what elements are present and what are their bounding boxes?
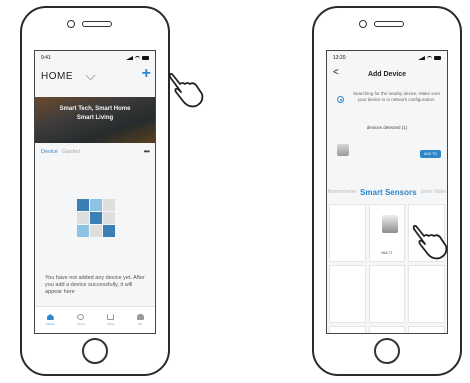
home-hardware-button[interactable] [374, 338, 400, 364]
left-screen: 9:41 HOME + Smart Tech, Smart Home Smart… [34, 50, 156, 334]
page-title: Add Device [367, 71, 407, 78]
nav-smart[interactable]: Smart [77, 314, 85, 326]
nav-label: Home [46, 322, 55, 326]
home-hardware-button[interactable] [82, 338, 108, 364]
nav-label: Smart [76, 322, 85, 326]
pointing-hand-icon [168, 72, 204, 108]
grid-tile [103, 199, 115, 211]
home-icon [46, 314, 54, 320]
banner-line1: Smart Tech, Smart Home [59, 106, 131, 112]
bottom-nav: Home Smart Shop Me [35, 306, 155, 333]
sensor-label: IAM-T1 [381, 251, 393, 255]
room-tabs: Device Garden [41, 149, 149, 155]
detected-device-thumbnail [337, 144, 349, 156]
status-bar: 9:41 [41, 55, 149, 61]
tab-smart-sensors[interactable]: Smart Sensors [360, 188, 416, 197]
signal-icon [126, 56, 133, 60]
right-screen: 13:20 < Add Device Searching for the nea… [326, 50, 448, 334]
wifi-icon [135, 55, 140, 61]
nav-me[interactable]: Me [136, 314, 144, 326]
battery-icon [434, 56, 441, 60]
left-phone-frame: 9:41 HOME + Smart Tech, Smart Home Smart… [20, 6, 170, 376]
signal-icon [418, 56, 425, 60]
home-title[interactable]: HOME [41, 71, 73, 82]
nav-shop[interactable]: Shop [107, 314, 114, 326]
speaker-icon [82, 21, 112, 27]
more-options-button[interactable]: ••• [144, 147, 150, 156]
person-icon [136, 314, 144, 320]
pointing-hand-icon [412, 224, 448, 260]
grid-tile [77, 199, 89, 211]
tab-garden[interactable]: Garden [62, 149, 80, 155]
grid-tile [77, 225, 89, 237]
device-cell[interactable] [408, 326, 445, 333]
device-cell[interactable] [329, 204, 366, 262]
grid-tile [90, 199, 102, 211]
grid-tile [103, 212, 115, 224]
chevron-down-icon[interactable] [85, 70, 96, 81]
empty-devices-icon [77, 199, 115, 237]
device-cell[interactable] [368, 326, 406, 333]
tab-thermometer[interactable]: thermometer [328, 189, 356, 195]
search-status-text: Searching for the nearby device. Make su… [352, 91, 441, 102]
grid-tile [90, 225, 102, 237]
promo-banner[interactable]: Smart Tech, Smart Home Smart Living [35, 97, 155, 143]
camera-icon [359, 20, 367, 28]
nav-label: Me [138, 322, 143, 326]
grid-tile [77, 212, 89, 224]
devices-detected-text: devices detected (1) [366, 125, 408, 130]
category-tabs: thermometer Smart Sensors Siren Video [327, 186, 447, 198]
smart-icon [77, 314, 85, 320]
sensor-device-icon [381, 215, 398, 233]
tab-device[interactable]: Device [41, 149, 58, 155]
speaker-icon [374, 21, 404, 27]
add-device-button[interactable]: + [142, 65, 151, 83]
device-cell[interactable] [408, 265, 445, 323]
device-cell[interactable] [368, 265, 406, 323]
nav-home[interactable]: Home [46, 314, 54, 326]
status-time: 13:20 [333, 55, 346, 61]
tab-siren-video[interactable]: Siren Video [421, 189, 447, 195]
grid-tile [90, 212, 102, 224]
right-phone-frame: 13:20 < Add Device Searching for the nea… [312, 6, 462, 376]
searching-indicator-icon [337, 96, 344, 103]
empty-message: You have not added any device yet. After… [45, 275, 145, 295]
wifi-icon [427, 55, 432, 61]
nav-label: Shop [107, 322, 115, 326]
banner-line2: Smart Living [76, 115, 114, 121]
camera-icon [67, 20, 75, 28]
battery-icon [142, 56, 149, 60]
device-cell[interactable] [329, 265, 366, 323]
status-time: 9:41 [41, 55, 51, 61]
device-cell-sensor[interactable]: IAM-T1 [368, 204, 406, 262]
add-to-button[interactable]: ADD TO [419, 150, 441, 158]
cart-icon [107, 314, 115, 320]
status-bar: 13:20 [333, 55, 441, 61]
device-cell[interactable] [329, 326, 366, 333]
grid-tile [103, 225, 115, 237]
